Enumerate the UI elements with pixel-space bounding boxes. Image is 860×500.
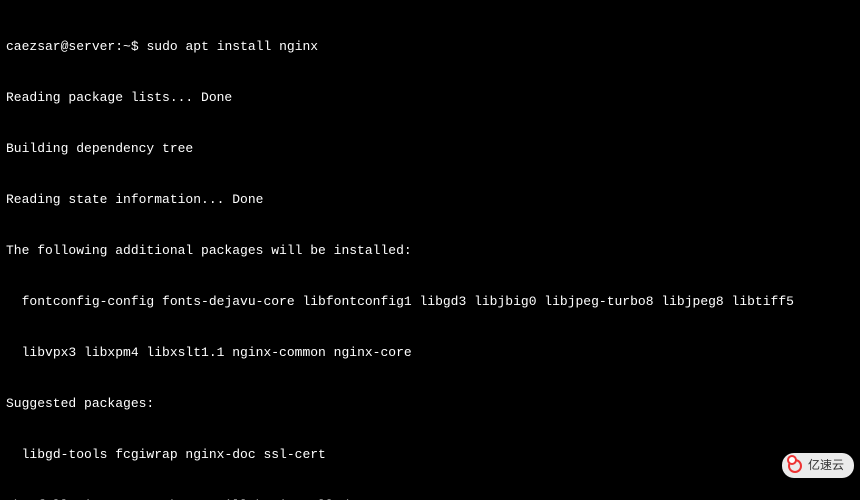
additional-line: fontconfig-config fonts-dejavu-core libf… [6,293,854,310]
output-building-tree: Building dependency tree [6,140,854,157]
command-text: sudo apt install nginx [146,39,318,54]
prompt-line: caezsar@server:~$ sudo apt install nginx [6,38,854,55]
output-reading-state: Reading state information... Done [6,191,854,208]
suggested-line: libgd-tools fcgiwrap nginx-doc ssl-cert [6,446,854,463]
terminal-window[interactable]: caezsar@server:~$ sudo apt install nginx… [0,0,860,500]
additional-heading: The following additional packages will b… [6,242,854,259]
prompt-user: caezsar [6,39,61,54]
watermark-logo-icon [788,459,802,473]
prompt-host: server [68,39,115,54]
prompt-cwd: ~ [123,39,131,54]
suggested-heading: Suggested packages: [6,395,854,412]
output-reading-lists: Reading package lists... Done [6,89,854,106]
watermark-text: 亿速云 [808,457,844,474]
additional-line: libvpx3 libxpm4 libxslt1.1 nginx-common … [6,344,854,361]
prompt-symbol: $ [131,39,139,54]
watermark-badge: 亿速云 [782,453,854,478]
